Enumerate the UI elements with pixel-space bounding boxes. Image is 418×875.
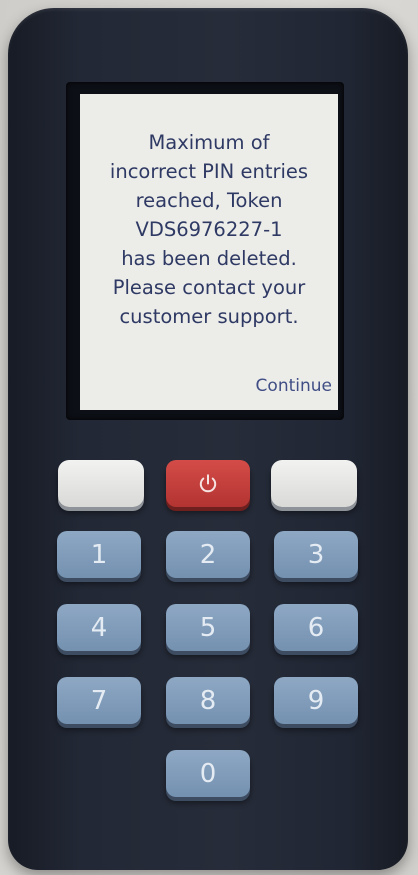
- key-3[interactable]: 3: [274, 531, 358, 578]
- key-label: 7: [90, 685, 108, 716]
- key-1[interactable]: 1: [57, 531, 141, 578]
- message-line: VDS6976227-1: [135, 218, 283, 241]
- power-button[interactable]: [166, 460, 250, 507]
- key-7[interactable]: 7: [57, 677, 141, 724]
- message-line: reached, Token: [135, 189, 283, 212]
- message-line: incorrect PIN entries: [109, 160, 309, 183]
- message-line: customer support.: [119, 305, 299, 328]
- key-label: 0: [199, 758, 217, 789]
- key-label: 6: [307, 612, 325, 643]
- key-label: 4: [90, 612, 108, 643]
- key-label: 9: [307, 685, 325, 716]
- right-soft-key[interactable]: [271, 460, 357, 507]
- message-line: Maximum of: [148, 131, 270, 154]
- key-label: 3: [307, 539, 325, 570]
- key-label: 8: [199, 685, 217, 716]
- key-9[interactable]: 9: [274, 677, 358, 724]
- power-icon: [199, 473, 217, 492]
- continue-option[interactable]: Continue: [256, 376, 332, 396]
- key-0[interactable]: 0: [166, 750, 250, 797]
- key-label: 5: [199, 612, 217, 643]
- message-line: Please contact your: [112, 276, 306, 299]
- device-screen: Maximum of incorrect PIN entries reached…: [80, 94, 338, 410]
- message-line: has been deleted.: [121, 247, 297, 270]
- key-8[interactable]: 8: [166, 677, 250, 724]
- key-6[interactable]: 6: [274, 604, 358, 651]
- key-4[interactable]: 4: [57, 604, 141, 651]
- key-label: 2: [199, 539, 217, 570]
- key-label: 1: [90, 539, 108, 570]
- key-2[interactable]: 2: [166, 531, 250, 578]
- left-soft-key[interactable]: [58, 460, 144, 507]
- error-message: Maximum of incorrect PIN entries reached…: [80, 128, 338, 331]
- key-5[interactable]: 5: [166, 604, 250, 651]
